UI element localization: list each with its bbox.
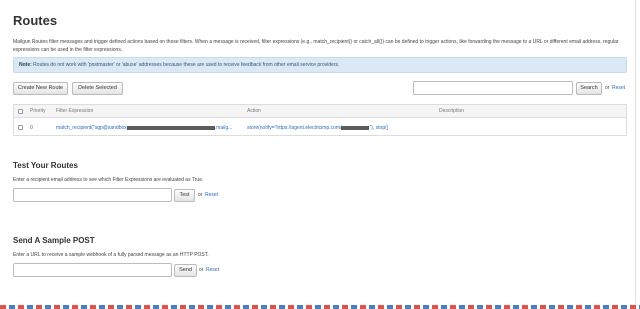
header-priority[interactable]: Priority (30, 105, 46, 118)
page-title: Routes (13, 13, 58, 28)
row-filter-prefix: match_recipient("sgp@sandbox (56, 125, 127, 131)
note-banner: Note: Routes do not work with 'postmaste… (13, 57, 627, 73)
sample-post-heading: Send A Sample POST (13, 236, 95, 245)
test-button[interactable]: Test (174, 189, 195, 202)
send-button[interactable]: Send (174, 264, 197, 277)
search-reset-link[interactable]: Reset (612, 85, 625, 91)
test-recipient-input[interactable] (13, 188, 172, 202)
content-border (635, 0, 636, 305)
routes-table: Priority Filter Expression Action Descri… (13, 104, 627, 136)
send-or-text: or (199, 267, 204, 273)
test-routes-heading: Test Your Routes (13, 161, 78, 170)
routes-intro: Mailgun Routes filter messages and trigg… (13, 39, 619, 53)
row-action[interactable]: store(notify="https://agent.electricimp.… (247, 119, 435, 137)
send-reset-link[interactable]: Reset (206, 267, 219, 273)
row-priority[interactable]: 0 (30, 119, 33, 137)
redacted-block (341, 125, 370, 130)
header-description[interactable]: Description (439, 105, 464, 118)
sample-post-desc: Enter a URL to receive a sample webhook … (13, 252, 209, 258)
table-header: Priority Filter Expression Action Descri… (14, 105, 626, 118)
search-input[interactable] (413, 81, 573, 95)
row-action-suffix: "), stop() (369, 125, 389, 131)
note-text: Routes do not work with 'postmaster' or … (33, 62, 340, 68)
test-routes-desc: Enter a recipient email address to see w… (13, 177, 204, 183)
test-reset-link[interactable]: Reset (205, 192, 218, 198)
select-all-checkbox[interactable] (18, 109, 23, 114)
row-filter-suffix: .mailg... (214, 125, 233, 131)
row-filter-expression[interactable]: match_recipient("sgp@sandbox .mailg... (56, 119, 244, 137)
redacted-block (126, 125, 215, 130)
test-or-text: or (198, 192, 203, 198)
header-action[interactable]: Action (247, 105, 261, 118)
delete-selected-button[interactable]: Delete Selected (72, 82, 123, 95)
search-or-text: or (605, 85, 610, 91)
post-url-input[interactable] (13, 263, 172, 277)
search-button[interactable]: Search (576, 82, 602, 95)
header-filter[interactable]: Filter Expression (56, 105, 93, 118)
note-label: Note: (19, 62, 32, 68)
routes-page: Routes Mailgun Routes filter messages an… (0, 0, 640, 309)
row-checkbox[interactable] (18, 125, 23, 130)
envelope-stripe (0, 305, 640, 309)
create-route-button[interactable]: Create New Route (13, 82, 68, 95)
row-action-prefix: store(notify="https://agent.electricimp.… (247, 125, 342, 131)
